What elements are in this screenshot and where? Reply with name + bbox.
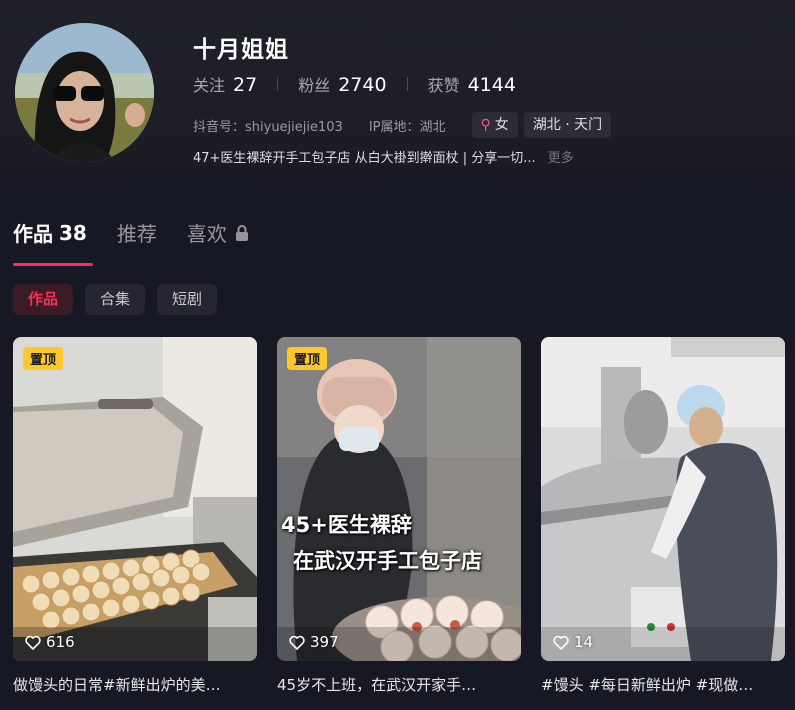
avatar[interactable] [15, 23, 154, 162]
stat-divider [406, 77, 408, 91]
gender-tag: ⚲ 女 [471, 112, 518, 138]
video-likes-count: 14 [574, 633, 594, 651]
followers-label: 粉丝 [298, 76, 331, 95]
profile-tabs: 作品 38 推荐 喜欢 [13, 218, 279, 247]
profile-meta: 抖音号：shiyuejiejie103 IP属地：湖北 ⚲ 女 湖北 · 天门 [193, 112, 617, 138]
likes-received-label: 获赞 [427, 76, 460, 95]
video-likes-count: 397 [310, 633, 339, 651]
video-thumbnail [277, 337, 521, 661]
stat-divider [277, 77, 279, 91]
female-icon: ⚲ [480, 117, 491, 133]
tab-works[interactable]: 作品 38 [13, 218, 87, 247]
lock-icon [235, 224, 248, 241]
video-caption[interactable]: 做馒头的日常#新鲜出炉的美… [13, 674, 257, 695]
tab-works-label: 作品 [13, 222, 53, 246]
gender-tag-label: 女 [494, 117, 509, 133]
video-caption[interactable]: 45岁不上班，在武汉开家手… [277, 674, 521, 695]
filter-collections[interactable]: 合集 [85, 284, 146, 315]
profile-bio: 47+医生裸辞开手工包子店 从白大褂到擀面杖 | 分享一切... 更多 [193, 147, 574, 166]
following-stat[interactable]: 关注 27 [193, 72, 257, 96]
bio-text: 47+医生裸辞开手工包子店 从白大褂到擀面杖 | 分享一切... [193, 151, 536, 166]
following-label: 关注 [193, 76, 226, 95]
followers-stat[interactable]: 粉丝 2740 [298, 72, 386, 96]
filter-short-dramas[interactable]: 短剧 [157, 284, 218, 315]
heart-icon [553, 635, 569, 650]
following-count: 27 [233, 74, 258, 96]
video-card[interactable]: 置顶 616 [13, 337, 257, 661]
bio-more-link[interactable]: 更多 [548, 147, 574, 166]
tab-works-count: 38 [59, 220, 87, 245]
video-thumbnail [541, 337, 785, 661]
works-filter-chips: 作品 合集 短剧 [13, 284, 229, 315]
likes-stat[interactable]: 获赞 4144 [428, 72, 516, 96]
ip-location: IP属地：湖北 [368, 119, 446, 135]
video-overlay-subtitle: 在武汉开手工包子店 [293, 549, 482, 573]
video-card[interactable]: 置顶 45+医生裸辞 在武汉开手工包子店 397 [277, 337, 521, 661]
pinned-badge: 置顶 [23, 347, 64, 370]
heart-icon [25, 635, 41, 650]
profile-stats: 关注 27 粉丝 2740 获赞 4144 [193, 72, 516, 96]
heart-icon [289, 635, 305, 650]
filter-works[interactable]: 作品 [13, 284, 74, 315]
douyin-id: 抖音号：shiyuejiejie103 [193, 119, 343, 135]
pinned-badge: 置顶 [287, 347, 328, 370]
likes-received-count: 4144 [467, 74, 516, 96]
tab-likes[interactable]: 喜欢 [187, 218, 249, 247]
video-likes: 14 [553, 633, 593, 651]
video-likes: 616 [25, 633, 75, 651]
active-tab-indicator [13, 263, 93, 266]
video-overlay-title: 45+医生裸辞 [281, 513, 412, 537]
video-thumbnail [13, 337, 257, 661]
followers-count: 2740 [338, 74, 387, 96]
region-tag: 湖北 · 天门 [523, 112, 612, 138]
video-likes-count: 616 [46, 633, 75, 651]
tab-likes-label: 喜欢 [186, 222, 227, 246]
video-caption[interactable]: #馒头 #每日新鲜出炉 #现做… [541, 674, 785, 695]
tab-recommend[interactable]: 推荐 [117, 218, 157, 247]
video-likes: 397 [289, 633, 339, 651]
video-card[interactable]: 14 [541, 337, 785, 661]
profile-nickname: 十月姐姐 [193, 37, 289, 63]
